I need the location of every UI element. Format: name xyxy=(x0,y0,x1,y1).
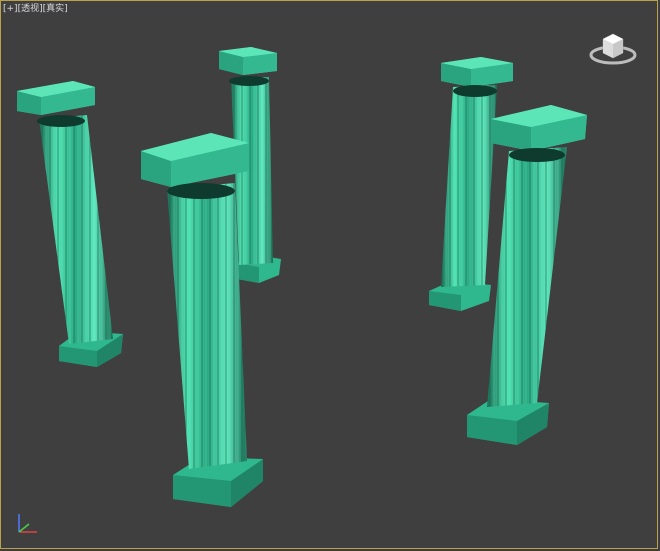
column-1[interactable] xyxy=(17,81,123,367)
axis-tripod-icon xyxy=(18,514,37,533)
perspective-viewport[interactable]: [+] [透视] [真实] xyxy=(0,0,658,549)
scene-canvas[interactable] xyxy=(1,1,658,549)
viewcube-icon[interactable] xyxy=(583,21,643,71)
